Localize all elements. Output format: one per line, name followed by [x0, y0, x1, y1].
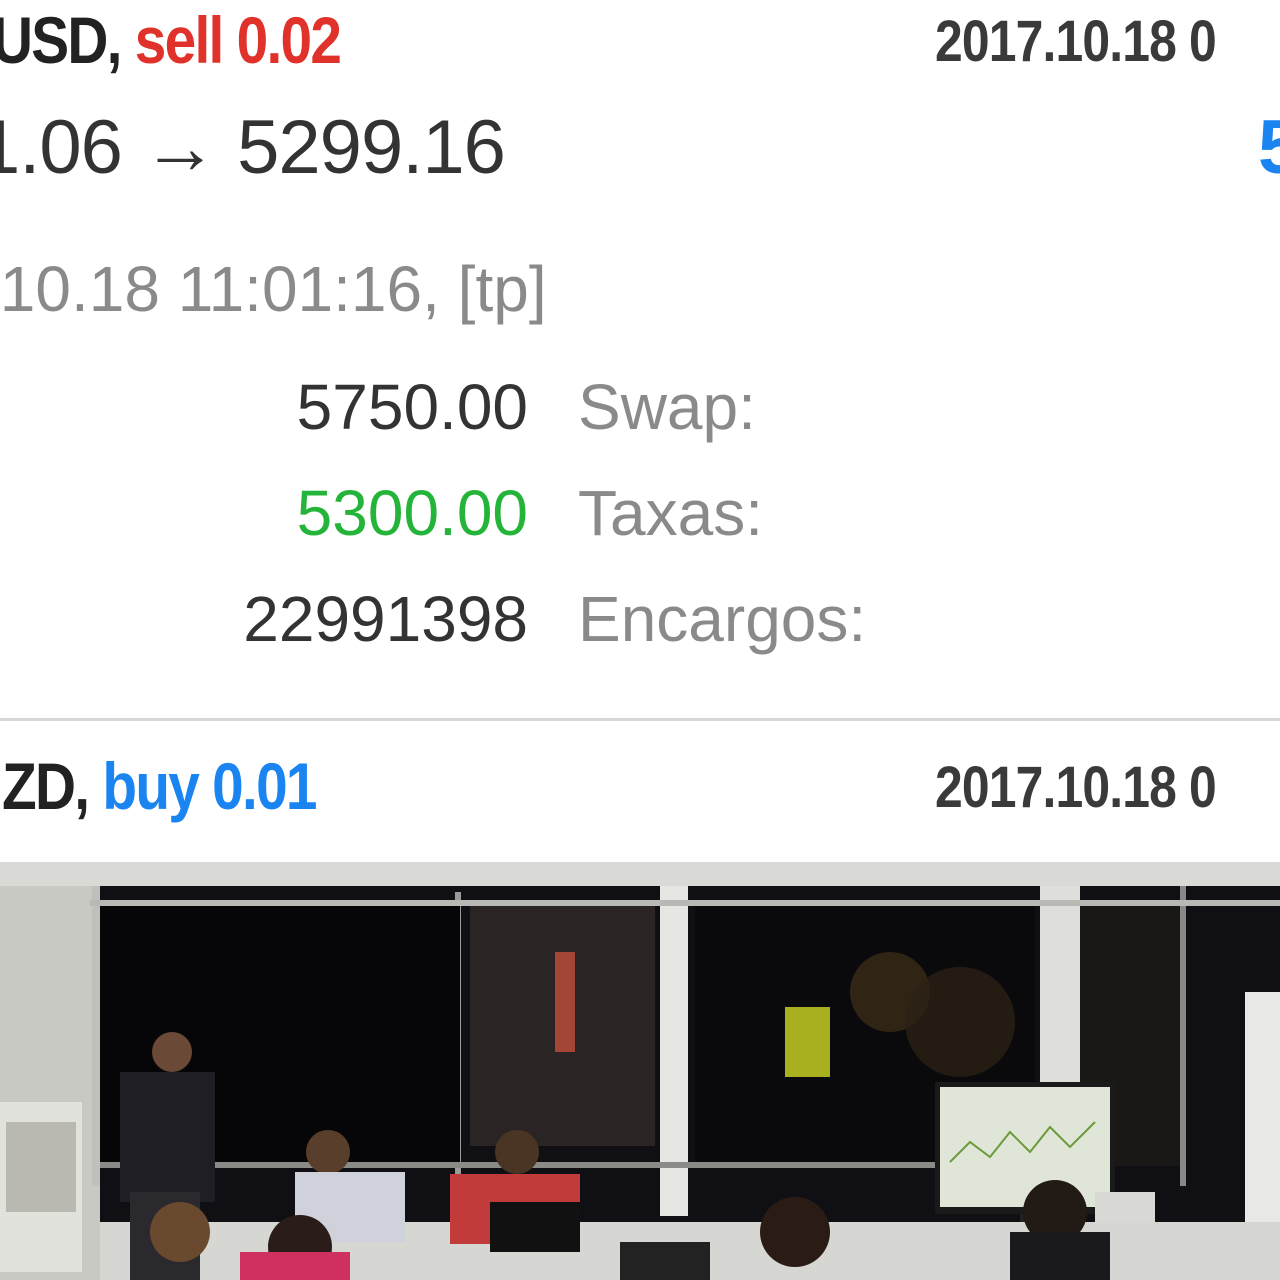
take-profit-value: 5300.00: [296, 477, 528, 549]
open-datetime: 2017.10.18 0: [935, 9, 1217, 74]
trade-title: IZD, buy 0.01: [0, 748, 318, 824]
trade-title: USD, sell 0.02: [0, 2, 342, 78]
ticket-id-value: 22991398: [243, 583, 528, 655]
sell-action-label: sell 0.02: [134, 3, 342, 77]
detail-value: 5750.00: [296, 371, 528, 443]
swap-label: Swap:: [578, 371, 756, 443]
symbol-label: USD,: [0, 3, 122, 77]
profit-value: 5: [1258, 105, 1280, 190]
price-range: 1.06 → 5299.16: [0, 105, 506, 190]
open-datetime: 2017.10.18 0: [935, 755, 1217, 820]
trade-history-panel: USD, sell 0.02 2017.10.18 0 1.06 → 5299.…: [0, 0, 1280, 860]
row-divider: [0, 718, 1280, 721]
close-time: .10.18 11:01:16, [tp]: [0, 253, 547, 325]
symbol-label: IZD,: [0, 749, 90, 823]
buy-action-label: buy 0.01: [102, 749, 317, 823]
trading-room-illustration: [0, 862, 1280, 1280]
taxas-label: Taxas:: [578, 477, 763, 549]
trading-room-photo: [0, 862, 1280, 1280]
encargos-label: Encargos:: [578, 583, 867, 655]
